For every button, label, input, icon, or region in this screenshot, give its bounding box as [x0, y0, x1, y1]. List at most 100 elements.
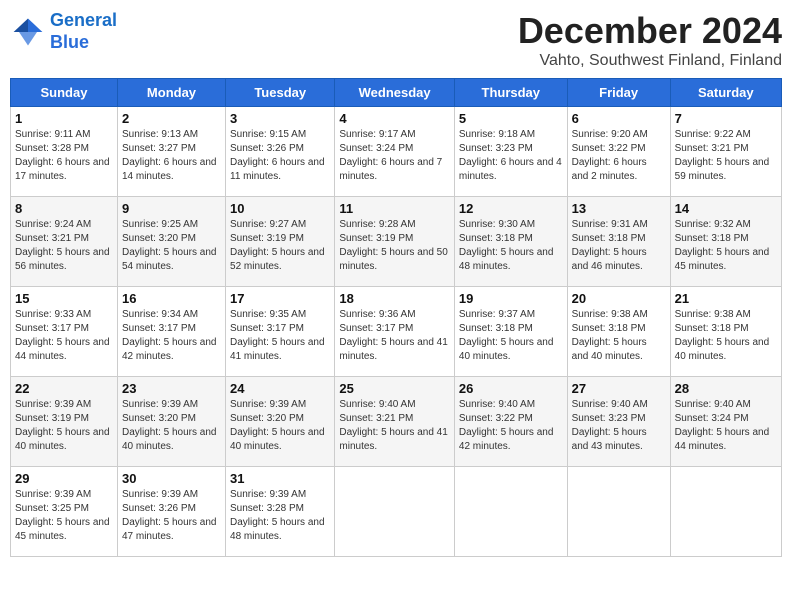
- calendar-week-4: 22 Sunrise: 9:39 AM Sunset: 3:19 PM Dayl…: [11, 377, 782, 467]
- calendar-cell: 18 Sunrise: 9:36 AM Sunset: 3:17 PM Dayl…: [335, 287, 455, 377]
- logo-text: General Blue: [50, 10, 117, 53]
- calendar-cell: 3 Sunrise: 9:15 AM Sunset: 3:26 PM Dayli…: [226, 107, 335, 197]
- day-info: Sunrise: 9:40 AM Sunset: 3:24 PM Dayligh…: [675, 398, 777, 454]
- calendar-header-row: SundayMondayTuesdayWednesdayThursdayFrid…: [11, 79, 782, 107]
- day-info: Sunrise: 9:13 AM Sunset: 3:27 PM Dayligh…: [122, 128, 221, 184]
- logo-icon: [10, 14, 46, 50]
- column-header-thursday: Thursday: [454, 79, 567, 107]
- day-number: 16: [122, 291, 221, 306]
- calendar-cell: [454, 467, 567, 557]
- calendar-cell: 11 Sunrise: 9:28 AM Sunset: 3:19 PM Dayl…: [335, 197, 455, 287]
- day-info: Sunrise: 9:27 AM Sunset: 3:19 PM Dayligh…: [230, 218, 330, 274]
- calendar-cell: 19 Sunrise: 9:37 AM Sunset: 3:18 PM Dayl…: [454, 287, 567, 377]
- day-info: Sunrise: 9:37 AM Sunset: 3:18 PM Dayligh…: [459, 308, 563, 364]
- calendar-cell: 29 Sunrise: 9:39 AM Sunset: 3:25 PM Dayl…: [11, 467, 118, 557]
- day-info: Sunrise: 9:38 AM Sunset: 3:18 PM Dayligh…: [675, 308, 777, 364]
- title-block: December 2024 Vahto, Southwest Finland, …: [518, 10, 782, 70]
- calendar-cell: 2 Sunrise: 9:13 AM Sunset: 3:27 PM Dayli…: [117, 107, 225, 197]
- calendar-cell: 5 Sunrise: 9:18 AM Sunset: 3:23 PM Dayli…: [454, 107, 567, 197]
- day-info: Sunrise: 9:39 AM Sunset: 3:20 PM Dayligh…: [122, 398, 221, 454]
- day-number: 30: [122, 471, 221, 486]
- day-info: Sunrise: 9:22 AM Sunset: 3:21 PM Dayligh…: [675, 128, 777, 184]
- calendar-cell: 31 Sunrise: 9:39 AM Sunset: 3:28 PM Dayl…: [226, 467, 335, 557]
- column-header-sunday: Sunday: [11, 79, 118, 107]
- day-number: 3: [230, 111, 330, 126]
- calendar-cell: [670, 467, 781, 557]
- month-title: December 2024: [518, 10, 782, 52]
- day-info: Sunrise: 9:40 AM Sunset: 3:23 PM Dayligh…: [572, 398, 666, 454]
- calendar: SundayMondayTuesdayWednesdayThursdayFrid…: [10, 78, 782, 557]
- day-number: 14: [675, 201, 777, 216]
- day-number: 10: [230, 201, 330, 216]
- calendar-cell: 17 Sunrise: 9:35 AM Sunset: 3:17 PM Dayl…: [226, 287, 335, 377]
- calendar-cell: 9 Sunrise: 9:25 AM Sunset: 3:20 PM Dayli…: [117, 197, 225, 287]
- day-number: 7: [675, 111, 777, 126]
- day-info: Sunrise: 9:28 AM Sunset: 3:19 PM Dayligh…: [339, 218, 450, 274]
- calendar-cell: 10 Sunrise: 9:27 AM Sunset: 3:19 PM Dayl…: [226, 197, 335, 287]
- day-number: 23: [122, 381, 221, 396]
- day-info: Sunrise: 9:33 AM Sunset: 3:17 PM Dayligh…: [15, 308, 113, 364]
- day-number: 4: [339, 111, 450, 126]
- calendar-cell: 4 Sunrise: 9:17 AM Sunset: 3:24 PM Dayli…: [335, 107, 455, 197]
- day-info: Sunrise: 9:30 AM Sunset: 3:18 PM Dayligh…: [459, 218, 563, 274]
- day-info: Sunrise: 9:32 AM Sunset: 3:18 PM Dayligh…: [675, 218, 777, 274]
- calendar-cell: 12 Sunrise: 9:30 AM Sunset: 3:18 PM Dayl…: [454, 197, 567, 287]
- day-info: Sunrise: 9:35 AM Sunset: 3:17 PM Dayligh…: [230, 308, 330, 364]
- day-number: 17: [230, 291, 330, 306]
- day-info: Sunrise: 9:39 AM Sunset: 3:25 PM Dayligh…: [15, 488, 113, 544]
- day-info: Sunrise: 9:11 AM Sunset: 3:28 PM Dayligh…: [15, 128, 113, 184]
- day-info: Sunrise: 9:39 AM Sunset: 3:19 PM Dayligh…: [15, 398, 113, 454]
- calendar-cell: 16 Sunrise: 9:34 AM Sunset: 3:17 PM Dayl…: [117, 287, 225, 377]
- day-info: Sunrise: 9:40 AM Sunset: 3:22 PM Dayligh…: [459, 398, 563, 454]
- day-info: Sunrise: 9:40 AM Sunset: 3:21 PM Dayligh…: [339, 398, 450, 454]
- calendar-cell: 1 Sunrise: 9:11 AM Sunset: 3:28 PM Dayli…: [11, 107, 118, 197]
- calendar-cell: 21 Sunrise: 9:38 AM Sunset: 3:18 PM Dayl…: [670, 287, 781, 377]
- day-info: Sunrise: 9:25 AM Sunset: 3:20 PM Dayligh…: [122, 218, 221, 274]
- day-info: Sunrise: 9:38 AM Sunset: 3:18 PM Dayligh…: [572, 308, 666, 364]
- day-number: 13: [572, 201, 666, 216]
- column-header-monday: Monday: [117, 79, 225, 107]
- day-number: 26: [459, 381, 563, 396]
- day-number: 24: [230, 381, 330, 396]
- calendar-cell: 27 Sunrise: 9:40 AM Sunset: 3:23 PM Dayl…: [567, 377, 670, 467]
- day-info: Sunrise: 9:20 AM Sunset: 3:22 PM Dayligh…: [572, 128, 666, 184]
- day-info: Sunrise: 9:39 AM Sunset: 3:28 PM Dayligh…: [230, 488, 330, 544]
- day-number: 1: [15, 111, 113, 126]
- day-number: 22: [15, 381, 113, 396]
- calendar-cell: [567, 467, 670, 557]
- day-info: Sunrise: 9:34 AM Sunset: 3:17 PM Dayligh…: [122, 308, 221, 364]
- calendar-cell: 24 Sunrise: 9:39 AM Sunset: 3:20 PM Dayl…: [226, 377, 335, 467]
- day-number: 27: [572, 381, 666, 396]
- calendar-cell: [335, 467, 455, 557]
- day-info: Sunrise: 9:31 AM Sunset: 3:18 PM Dayligh…: [572, 218, 666, 274]
- day-info: Sunrise: 9:39 AM Sunset: 3:26 PM Dayligh…: [122, 488, 221, 544]
- day-number: 11: [339, 201, 450, 216]
- calendar-week-3: 15 Sunrise: 9:33 AM Sunset: 3:17 PM Dayl…: [11, 287, 782, 377]
- logo: General Blue: [10, 10, 117, 53]
- day-number: 20: [572, 291, 666, 306]
- day-info: Sunrise: 9:15 AM Sunset: 3:26 PM Dayligh…: [230, 128, 330, 184]
- day-info: Sunrise: 9:24 AM Sunset: 3:21 PM Dayligh…: [15, 218, 113, 274]
- day-number: 21: [675, 291, 777, 306]
- day-number: 25: [339, 381, 450, 396]
- day-info: Sunrise: 9:39 AM Sunset: 3:20 PM Dayligh…: [230, 398, 330, 454]
- day-number: 31: [230, 471, 330, 486]
- day-number: 19: [459, 291, 563, 306]
- calendar-week-2: 8 Sunrise: 9:24 AM Sunset: 3:21 PM Dayli…: [11, 197, 782, 287]
- calendar-cell: 30 Sunrise: 9:39 AM Sunset: 3:26 PM Dayl…: [117, 467, 225, 557]
- calendar-cell: 14 Sunrise: 9:32 AM Sunset: 3:18 PM Dayl…: [670, 197, 781, 287]
- day-info: Sunrise: 9:17 AM Sunset: 3:24 PM Dayligh…: [339, 128, 450, 184]
- calendar-cell: 25 Sunrise: 9:40 AM Sunset: 3:21 PM Dayl…: [335, 377, 455, 467]
- column-header-wednesday: Wednesday: [335, 79, 455, 107]
- day-number: 12: [459, 201, 563, 216]
- day-number: 8: [15, 201, 113, 216]
- column-header-tuesday: Tuesday: [226, 79, 335, 107]
- header: General Blue December 2024 Vahto, Southw…: [10, 10, 782, 70]
- day-number: 28: [675, 381, 777, 396]
- calendar-cell: 28 Sunrise: 9:40 AM Sunset: 3:24 PM Dayl…: [670, 377, 781, 467]
- day-number: 29: [15, 471, 113, 486]
- day-number: 9: [122, 201, 221, 216]
- calendar-cell: 23 Sunrise: 9:39 AM Sunset: 3:20 PM Dayl…: [117, 377, 225, 467]
- day-info: Sunrise: 9:36 AM Sunset: 3:17 PM Dayligh…: [339, 308, 450, 364]
- calendar-cell: 7 Sunrise: 9:22 AM Sunset: 3:21 PM Dayli…: [670, 107, 781, 197]
